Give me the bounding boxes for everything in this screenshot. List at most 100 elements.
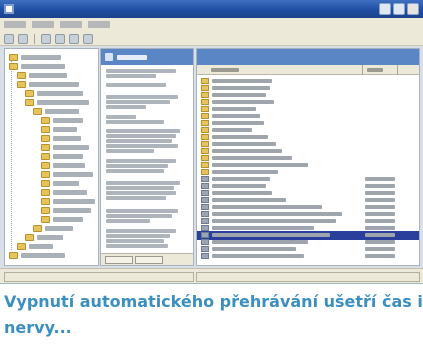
- list-item-name: [212, 226, 314, 230]
- description-text-line: [106, 169, 164, 173]
- tree-item-label: [53, 198, 95, 204]
- description-text-line: [106, 120, 164, 124]
- maximize-button[interactable]: [393, 3, 405, 15]
- folder-icon: [9, 62, 18, 70]
- tree-item[interactable]: [41, 125, 77, 133]
- menu-item[interactable]: [32, 21, 54, 28]
- tree-item[interactable]: [9, 53, 61, 61]
- folder-icon: [9, 251, 18, 259]
- tree-item-label: [53, 126, 77, 132]
- tree-item[interactable]: [41, 188, 87, 196]
- tree-item[interactable]: [17, 80, 79, 88]
- tree-item[interactable]: [41, 152, 83, 160]
- list-item-name: [212, 79, 272, 83]
- list-item-state: [365, 240, 395, 244]
- list-item-name: [212, 121, 264, 125]
- minimize-button[interactable]: [379, 3, 391, 15]
- list-item-name: [212, 170, 278, 174]
- forward-button[interactable]: [18, 34, 28, 44]
- tree-item-label: [21, 252, 65, 258]
- menu-item[interactable]: [60, 21, 82, 28]
- description-text-line: [106, 164, 168, 168]
- tree-item[interactable]: [41, 161, 85, 169]
- column-state[interactable]: [367, 68, 383, 72]
- list-item-state: [365, 247, 395, 251]
- list-item-state: [365, 233, 395, 237]
- tree-item[interactable]: [17, 242, 53, 250]
- folder-icon: [25, 98, 34, 106]
- window-titlebar[interactable]: [0, 0, 423, 18]
- description-text-line: [106, 219, 150, 223]
- tree-item[interactable]: [25, 98, 89, 106]
- list-item-name: [212, 205, 322, 209]
- tree-item[interactable]: [41, 179, 79, 187]
- back-button[interactable]: [4, 34, 14, 44]
- tree-item-label: [29, 72, 67, 78]
- list-item-state: [365, 205, 395, 209]
- tab-extended[interactable]: [105, 256, 133, 264]
- description-text-line: [106, 191, 176, 195]
- list-item-name: [212, 128, 252, 132]
- description-text-line: [106, 69, 176, 73]
- tree-item[interactable]: [41, 197, 95, 205]
- folder-icon: [17, 80, 26, 88]
- tree-item[interactable]: [25, 233, 63, 241]
- tree-item[interactable]: [41, 116, 83, 124]
- tree-item[interactable]: [41, 206, 91, 214]
- column-separator[interactable]: [397, 65, 398, 75]
- window-title: [18, 4, 88, 14]
- description-header: [101, 49, 193, 65]
- description-text-line: [106, 105, 146, 109]
- settings-list[interactable]: [196, 48, 420, 266]
- close-button[interactable]: [407, 3, 419, 15]
- description-text-line: [106, 144, 178, 148]
- description-pane: [100, 48, 194, 266]
- show-hide-tree-button[interactable]: [55, 34, 65, 44]
- description-text-line: [106, 214, 172, 218]
- list-item-name: [212, 254, 304, 258]
- caption: Vypnutí automatického přehrávání ušetří …: [0, 285, 423, 349]
- tree-item-label: [53, 207, 91, 213]
- tree-item[interactable]: [9, 251, 65, 259]
- tree-item-label: [53, 144, 89, 150]
- list-item-state: [365, 191, 395, 195]
- list-item-state: [365, 198, 395, 202]
- description-header-label: [117, 55, 147, 60]
- list-item-name: [212, 247, 296, 251]
- view-tabs: [101, 253, 193, 265]
- console-tree[interactable]: [4, 48, 99, 266]
- tree-item[interactable]: [41, 215, 83, 223]
- list-item[interactable]: [197, 252, 419, 261]
- tree-item[interactable]: [17, 71, 67, 79]
- tree-item-label: [21, 63, 65, 69]
- menu-item[interactable]: [4, 21, 26, 28]
- toolbar-separator: [34, 34, 35, 44]
- tree-connector: [11, 55, 12, 250]
- tree-item[interactable]: [41, 143, 89, 151]
- list-item-name: [212, 135, 268, 139]
- export-list-button[interactable]: [69, 34, 79, 44]
- folder-icon: [41, 206, 50, 214]
- description-text-line: [106, 244, 168, 248]
- caption-text: Vypnutí automatického přehrávání ušetří …: [4, 292, 423, 337]
- tree-item-label: [53, 216, 83, 222]
- list-item-state: [365, 184, 395, 188]
- menu-bar: [0, 18, 423, 32]
- up-button[interactable]: [41, 34, 51, 44]
- list-item-name: [212, 184, 266, 188]
- help-button[interactable]: [83, 34, 93, 44]
- tree-item[interactable]: [41, 170, 93, 178]
- column-header: [197, 65, 419, 75]
- tab-standard[interactable]: [135, 256, 163, 264]
- status-cell: [4, 272, 194, 282]
- tree-item[interactable]: [25, 89, 83, 97]
- tree-item[interactable]: [33, 224, 73, 232]
- column-setting[interactable]: [211, 68, 239, 72]
- menu-item[interactable]: [88, 21, 110, 28]
- tree-item[interactable]: [9, 62, 65, 70]
- tree-item[interactable]: [33, 107, 79, 115]
- tree-item[interactable]: [41, 134, 81, 142]
- list-item-name: [212, 93, 266, 97]
- list-item-name: [212, 198, 286, 202]
- column-separator[interactable]: [362, 65, 363, 75]
